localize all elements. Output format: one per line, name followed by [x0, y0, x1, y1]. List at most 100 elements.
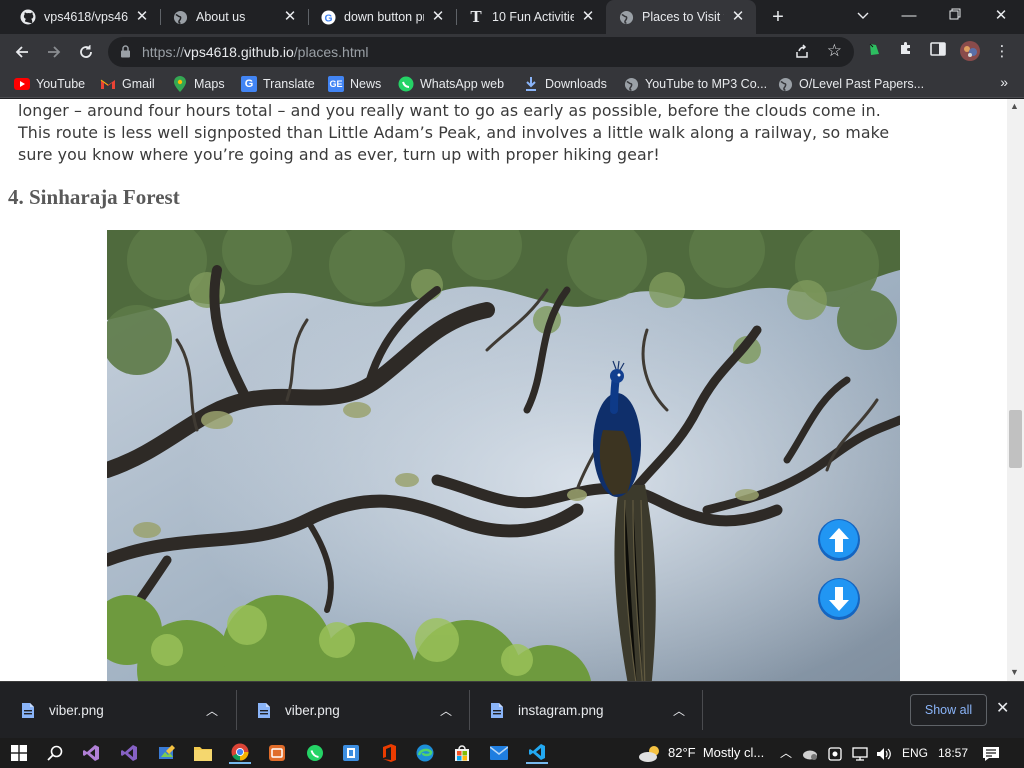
- lock-icon: [120, 45, 131, 63]
- bookmark-youtube[interactable]: YouTube: [14, 75, 85, 93]
- network-icon[interactable]: [852, 738, 868, 768]
- share-icon[interactable]: [794, 43, 810, 62]
- windows-start-icon[interactable]: [8, 742, 30, 764]
- section-heading: 4. Sinharaja Forest: [8, 185, 180, 209]
- vscode-icon[interactable]: [526, 742, 548, 764]
- svg-text:G: G: [324, 13, 332, 24]
- minimize-button[interactable]: —: [886, 0, 932, 34]
- chevron-up-icon[interactable]: ︿: [669, 702, 689, 719]
- tray-overflow-chevron-icon[interactable]: ︿: [780, 738, 792, 768]
- visual-studio-alt-icon[interactable]: [118, 742, 140, 764]
- whatsapp-icon: [398, 76, 414, 92]
- cloud-sun-icon: [639, 745, 659, 762]
- forward-button[interactable]: [40, 38, 68, 66]
- weather-widget[interactable]: 82°F Mostly cl...: [638, 738, 764, 768]
- reload-button[interactable]: [72, 38, 100, 66]
- restore-icon: [949, 8, 961, 20]
- bookmark-whatsapp[interactable]: WhatsApp web: [398, 75, 504, 93]
- menu-kebab-icon[interactable]: ⋮: [990, 40, 1014, 64]
- arrow-down-icon: [818, 578, 860, 620]
- bookmark-maps[interactable]: Maps: [172, 75, 225, 93]
- scroll-down-button[interactable]: [817, 577, 861, 621]
- chrome-icon[interactable]: [229, 742, 251, 764]
- edge-icon[interactable]: [414, 742, 436, 764]
- arrow-left-icon: [15, 46, 28, 58]
- tab-strip: vps4618/vps461 ✕ About us ✕ G down butto…: [0, 0, 1024, 34]
- extension-evernote-icon[interactable]: [862, 40, 886, 64]
- scroll-down-arrow-icon[interactable]: ▼: [1010, 667, 1019, 677]
- new-tab-button[interactable]: +: [767, 6, 789, 28]
- bookmark-star-icon[interactable]: ☆: [827, 41, 842, 61]
- tab-title: down button pr: [344, 10, 424, 24]
- search-icon[interactable]: [44, 742, 66, 764]
- paragraph-line: This route is less well signposted than …: [18, 123, 890, 142]
- notifications-icon[interactable]: [982, 738, 1000, 768]
- app-orange-icon[interactable]: [266, 742, 288, 764]
- tab-title: About us: [196, 10, 246, 24]
- cloud-sync-icon[interactable]: [802, 738, 818, 768]
- language-indicator[interactable]: ENG: [902, 738, 928, 768]
- scroll-up-arrow-icon[interactable]: ▲: [1010, 101, 1019, 111]
- restore-button[interactable]: [932, 0, 978, 34]
- download-item[interactable]: instagram.png ︿: [469, 682, 701, 739]
- close-icon[interactable]: ✕: [134, 9, 150, 25]
- close-icon[interactable]: ✕: [580, 9, 596, 25]
- tab-search-button[interactable]: [840, 0, 886, 34]
- mail-icon[interactable]: [488, 742, 510, 764]
- file-icon: [258, 703, 270, 718]
- download-item[interactable]: viber.png ︿: [236, 682, 468, 739]
- security-icon[interactable]: [828, 738, 842, 768]
- tab-fun-activities[interactable]: T 10 Fun Activitie ✕: [456, 0, 606, 34]
- close-icon[interactable]: ✕: [430, 9, 446, 25]
- bookmark-translate[interactable]: G Translate: [241, 75, 315, 93]
- store-icon[interactable]: [451, 742, 473, 764]
- whatsapp-icon[interactable]: [304, 742, 326, 764]
- url-text: https://vps4618.github.io/places.html: [142, 44, 369, 60]
- bookmarks-overflow-button[interactable]: »: [1000, 74, 1008, 90]
- bookmark-gmail[interactable]: Gmail: [100, 75, 155, 93]
- visual-studio-icon[interactable]: [80, 742, 102, 764]
- article-paragraph: longer – around four hours total – and y…: [18, 101, 978, 166]
- close-icon[interactable]: ✕: [730, 9, 746, 25]
- bookmark-youtube-to-mp3[interactable]: YouTube to MP3 Co...: [623, 75, 767, 93]
- globe-icon: [777, 76, 793, 92]
- side-panel-icon[interactable]: [926, 40, 950, 64]
- bookmark-downloads[interactable]: Downloads: [523, 75, 607, 93]
- office-icon[interactable]: [378, 742, 400, 764]
- paragraph-line: longer – around four hours total – and y…: [18, 101, 881, 120]
- volume-icon[interactable]: [876, 738, 892, 768]
- puzzle-icon[interactable]: [894, 40, 918, 64]
- maps-icon: [172, 76, 188, 92]
- chevron-up-icon[interactable]: ︿: [202, 702, 222, 719]
- app-blue-box-icon[interactable]: [340, 742, 362, 764]
- file-explorer-icon[interactable]: [192, 742, 214, 764]
- bookmark-news[interactable]: GE News: [328, 75, 381, 93]
- tab-github[interactable]: vps4618/vps461 ✕: [8, 0, 160, 34]
- show-all-downloads-button[interactable]: Show all: [910, 694, 987, 726]
- close-icon[interactable]: ✕: [996, 698, 1009, 718]
- download-shelf: viber.png ︿ viber.png ︿ instagram.png ︿ …: [0, 681, 1024, 738]
- close-icon[interactable]: ✕: [282, 9, 298, 25]
- paragraph-line: sure you know where you’re going and as …: [18, 145, 660, 164]
- tab-places-to-visit[interactable]: Places to Visit fo ✕: [606, 0, 756, 34]
- scrollbar-thumb[interactable]: [1009, 410, 1022, 468]
- close-window-button[interactable]: ✕: [978, 0, 1024, 34]
- avatar[interactable]: [958, 40, 982, 64]
- bookmark-olevel-papers[interactable]: O/Level Past Papers...: [777, 75, 924, 93]
- paint-app-icon[interactable]: [156, 742, 178, 764]
- back-button[interactable]: [8, 38, 36, 66]
- download-item[interactable]: viber.png ︿: [0, 682, 234, 739]
- globe-icon: [623, 76, 639, 92]
- vertical-scrollbar[interactable]: ▲ ▼: [1007, 99, 1024, 681]
- clock[interactable]: 18:57: [938, 738, 968, 768]
- address-bar[interactable]: https://vps4618.github.io/places.html ☆: [108, 37, 854, 67]
- download-divider: [702, 690, 703, 730]
- tab-down-button[interactable]: G down button pr ✕: [308, 0, 456, 34]
- chevron-up-icon[interactable]: ︿: [436, 702, 456, 719]
- tab-title: vps4618/vps461: [44, 10, 128, 24]
- arrow-right-icon: [48, 46, 61, 58]
- tab-about-us[interactable]: About us ✕: [160, 0, 308, 34]
- arrow-up-icon: [818, 519, 860, 561]
- translate-icon: G: [241, 76, 257, 92]
- scroll-up-button[interactable]: [817, 518, 861, 562]
